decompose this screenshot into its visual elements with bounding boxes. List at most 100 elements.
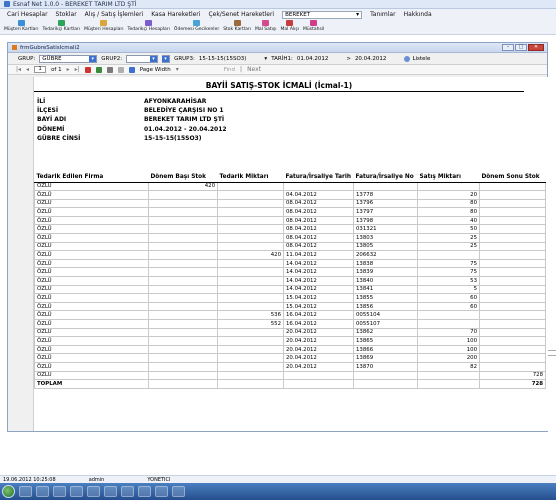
table-cell: 536 [217,310,284,320]
toolbar-tedarikci-hesaplari[interactable]: Tedarikçi Hesapları [125,20,171,32]
zoom-chevron-icon[interactable]: ▾ [176,66,179,73]
export-icon[interactable] [128,66,135,73]
column-header: Fatura/İrsaliye Tarih [283,172,354,183]
print-icon[interactable] [106,66,113,73]
find-input[interactable]: Find [224,67,235,73]
list-button[interactable]: Listele [404,55,430,62]
menu-kasa[interactable]: Kasa Hareketleri [147,11,204,18]
page-number-input[interactable]: 1 [34,66,47,73]
toolbar-stok-kartlari[interactable]: Stok Kartları [221,20,253,32]
report-header-row: BAYİ ADI BEREKET TARIM LTD ŞTİ [37,115,227,124]
grup3-value[interactable]: 15-15-15(15SO3) [199,56,247,62]
table-cell: 100 [417,344,480,355]
table-cell: ÖZLÜ [34,284,149,295]
table-cell [148,190,218,200]
grup2-select[interactable]: ▾ [126,54,159,63]
maximize-button[interactable]: □ [515,44,527,51]
start-button[interactable] [2,485,15,498]
first-page-icon[interactable]: |◂ [16,66,21,73]
menu-cek-senet[interactable]: Çek/Senet Hareketleri [204,11,278,18]
next-page-icon[interactable]: ▸ [67,66,70,73]
taskbar-app-icon[interactable] [104,486,117,497]
menu-hakkinda[interactable]: Hakkında [400,11,436,18]
table-cell [353,181,418,192]
page-setup-icon[interactable] [117,66,124,73]
table-cell [479,361,546,372]
chevron-down-icon[interactable]: ▾ [162,55,170,62]
clock-icon [193,20,201,26]
toolbar-mal-satisi[interactable]: Mal Satışı [253,20,279,32]
table-cell [148,379,218,389]
page-number: 1 [38,66,42,72]
tarih2-field[interactable]: 20.04.2012 [355,56,387,62]
report-header-row: İLİ AFYONKARAHİSAR [37,97,227,106]
company-select[interactable]: BEREKET [282,10,363,19]
table-cell: 13870 [353,361,418,372]
tarih1-field[interactable]: 01.04.2012 [297,56,329,62]
table-cell [283,370,354,381]
taskbar-app-icon[interactable] [172,486,185,497]
toolbar-musteri-hesaplari[interactable]: Müşteri Hesapları [82,20,125,32]
taskbar-app-icon[interactable] [121,486,134,497]
table-cell [479,293,546,303]
table-cell [217,293,284,303]
toolbar-mustahsil[interactable]: Müstahsil [301,20,326,32]
status-datetime: 19.06.2012 10:25:08 [3,476,56,483]
toolbar-label: Stok Kartları [223,27,251,32]
window-title-bar[interactable]: frmGubreSatisIcmali2 – □ ✕ [8,43,547,53]
toolbar-mal-alisi[interactable]: Mal Alışı [279,20,302,32]
chevron-down-icon[interactable]: ▾ [150,55,158,62]
menu-alis-satis[interactable]: Alış / Satış İşlemleri [81,11,148,18]
table-row: ÖZLÜ 08.04.2012 031321 50 [34,224,546,235]
dropdown-arrow[interactable]: ▾ [264,56,267,62]
taskbar-app-icon[interactable] [36,486,49,497]
header-key: DÖNEMİ [37,125,65,133]
page-count: of 1 [51,66,62,73]
table-cell [217,336,284,346]
chevron-down-icon[interactable]: ▾ [89,55,97,62]
table-row: ÖZLÜ 08.04.2012 13796 80 [34,198,546,209]
report-header-row: GÜBRE CİNSİ 15-15-15(15SO3) [37,134,227,143]
table-cell: ÖZLÜ [34,233,149,243]
grup3-dropdown-button[interactable]: ▾ [162,54,171,63]
menu-cari-hesaplar[interactable]: Cari Hesaplar [3,11,52,18]
close-button[interactable]: ✕ [528,44,544,51]
toolbar-musteri-kartlari[interactable]: Müşteri Kartları [2,20,41,32]
table-cell [217,276,284,286]
taskbar-app-icon[interactable] [53,486,66,497]
table-cell: ÖZLÜ [34,370,149,381]
toolbar-tedarikci-kartlari[interactable]: Tedarikçi Kartları [41,20,83,32]
minimize-button[interactable]: – [502,44,514,51]
table-cell: 15.04.2012 [283,301,354,312]
grup1-value: GÜBRE [42,55,62,62]
taskbar-app-icon[interactable] [138,486,151,497]
table-row: ÖZLÜ 08.04.2012 13797 80 [34,207,546,217]
zoom-select[interactable]: Page Width [140,67,171,73]
menu-stoklar[interactable]: Stoklar [52,11,81,18]
table-row: ÖZLÜ 08.04.2012 13803 25 [34,233,546,243]
taskbar-app-icon[interactable] [19,486,32,497]
report-table: Tedarik Edilen Firma Dönem Başı Stok Tedar… [34,172,546,389]
taskbar-app-icon[interactable] [155,486,168,497]
menu-tanimlar[interactable]: Tanımlar [366,11,399,18]
table-header-row: Tedarik Edilen Firma Dönem Başı Stok Tedar… [34,172,546,183]
prev-page-icon[interactable]: ◂ [26,66,29,73]
table-cell: 552 [217,319,284,329]
last-page-icon[interactable]: ▸| [75,66,80,73]
taskbar-app-icon[interactable] [70,486,83,497]
stop-icon[interactable] [84,66,91,73]
table-cell [479,233,546,243]
app-title-bar: Esnaf Net 1.0.0 - BEREKET TARIM LTD ŞTİ [0,0,556,9]
find-next-link[interactable]: Next [247,66,261,73]
taskbar-app-icon[interactable] [87,486,100,497]
table-cell [479,301,546,312]
table-cell: ÖZLÜ [34,224,149,235]
table-cell: 60 [417,293,480,303]
grup1-select[interactable]: GÜBRE ▾ [39,54,98,63]
refresh-icon[interactable] [95,66,102,73]
table-cell: 40 [417,215,480,226]
table-cell: 13796 [353,198,418,209]
table-cell: ÖZLÜ [34,310,149,320]
toolbar-odemesi-gecikenler[interactable]: Ödemesi Gecikenler [172,20,221,32]
table-cell: ÖZLÜ [34,250,149,260]
